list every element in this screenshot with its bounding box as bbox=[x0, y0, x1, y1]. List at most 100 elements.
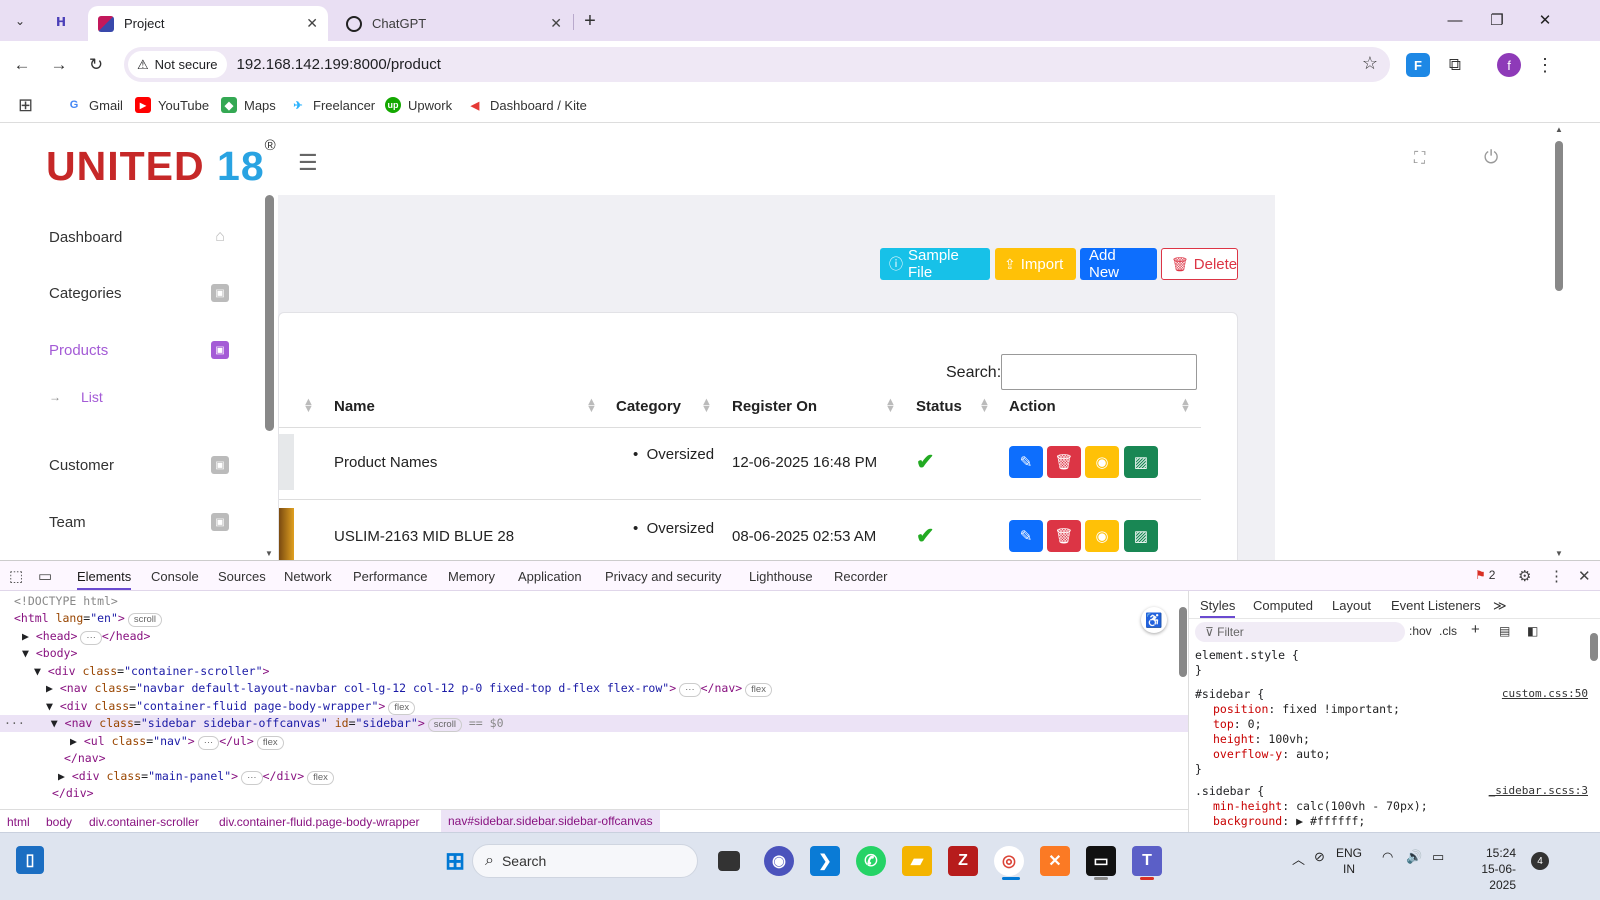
gallery-button[interactable]: ▨ bbox=[1124, 520, 1158, 552]
column-header-register-on[interactable]: Register On bbox=[732, 398, 817, 415]
rule-selector[interactable]: #sidebar { bbox=[1195, 687, 1264, 702]
add-new-button[interactable]: Add New bbox=[1080, 247, 1157, 281]
bookmark-youtube[interactable]: ▶ YouTube bbox=[135, 94, 209, 116]
scrollbar-thumb[interactable] bbox=[265, 195, 274, 431]
terminal-icon[interactable]: ▭ bbox=[1086, 846, 1116, 876]
dom-node[interactable]: ▼ <body> bbox=[22, 645, 77, 662]
windows-start-icon[interactable]: ⊞ bbox=[440, 846, 470, 876]
view-button[interactable]: ◉ bbox=[1085, 520, 1119, 552]
tab-elements[interactable]: Elements bbox=[77, 569, 132, 590]
dom-node-selected[interactable]: ··· ▼ <nav class="sidebar sidebar-offcanv… bbox=[0, 715, 1188, 732]
pinned-app-icon[interactable]: ʜ bbox=[50, 10, 72, 32]
breadcrumb-item[interactable]: html bbox=[7, 815, 30, 829]
ellipsis-pill[interactable]: ··· bbox=[80, 631, 102, 645]
column-header-category[interactable]: Category bbox=[616, 398, 681, 415]
device-toolbar-icon[interactable]: ▭ bbox=[38, 567, 52, 585]
breadcrumb-item-selected[interactable]: nav#sidebar.sidebar.sidebar-offcanvas bbox=[441, 810, 660, 833]
security-indicator[interactable]: ⚠ Not secure bbox=[128, 51, 227, 78]
chrome-icon[interactable]: ◎ bbox=[994, 846, 1024, 876]
breadcrumb-item[interactable]: body bbox=[46, 815, 72, 829]
ellipsis-pill[interactable]: ··· bbox=[241, 771, 263, 785]
tab-chatgpt[interactable]: ChatGPT ✕ bbox=[336, 6, 572, 41]
css-declaration[interactable]: top: 0; bbox=[1213, 717, 1262, 732]
tab-lighthouse[interactable]: Lighthouse bbox=[749, 569, 813, 584]
bookmark-upwork[interactable]: up Upwork bbox=[385, 94, 452, 116]
wifi-icon[interactable]: ◠ bbox=[1382, 849, 1393, 865]
close-window-icon[interactable]: ✕ bbox=[1530, 8, 1560, 32]
fullscreen-icon[interactable]: ⛶ bbox=[1414, 150, 1425, 168]
back-icon[interactable]: ← bbox=[8, 51, 36, 79]
extensions-puzzle-icon[interactable]: ⧉ bbox=[1443, 53, 1467, 77]
tab-styles[interactable]: Styles bbox=[1200, 598, 1236, 618]
sidebar-subitem-list[interactable]: → List bbox=[49, 386, 103, 408]
dom-node[interactable]: ▶ <ul class="nav"> ··· </ul> flex bbox=[70, 733, 284, 750]
bookmark-kite[interactable]: ◀ Dashboard / Kite bbox=[467, 94, 587, 116]
reload-icon[interactable]: ↻ bbox=[82, 51, 110, 79]
inspect-element-icon[interactable]: ⬚ bbox=[9, 567, 23, 585]
dom-node[interactable]: ▶ <nav class="navbar default-layout-navb… bbox=[46, 680, 772, 697]
delete-row-button[interactable]: 🗑 bbox=[1047, 446, 1081, 478]
rule-source-link[interactable]: _sidebar.scss:3 bbox=[1489, 784, 1588, 797]
settings-gear-icon[interactable]: ⚙ bbox=[1518, 567, 1531, 585]
dom-scrollbar[interactable] bbox=[1178, 593, 1188, 809]
element-style-rule[interactable]: element.style { bbox=[1195, 648, 1299, 663]
new-rule-icon[interactable]: + bbox=[1471, 621, 1480, 638]
paint-icon[interactable]: ▤ bbox=[1499, 624, 1510, 638]
accessibility-icon[interactable]: ♿ bbox=[1141, 607, 1167, 633]
taskbar-search[interactable]: ⌕ Search bbox=[472, 844, 698, 878]
ellipsis-pill[interactable]: ··· bbox=[679, 683, 701, 697]
bookmark-gmail[interactable]: G Gmail bbox=[66, 94, 123, 116]
vscode-icon[interactable]: ❯ bbox=[810, 846, 840, 876]
battery-icon[interactable]: ▭ bbox=[1432, 849, 1444, 865]
browser-menu-icon[interactable]: ⋮ bbox=[1533, 53, 1557, 77]
sort-icon[interactable]: ▲ ▼ bbox=[979, 397, 990, 415]
language-indicator[interactable]: ENG IN bbox=[1336, 845, 1362, 877]
sort-icon[interactable]: ▲ ▼ bbox=[303, 397, 314, 415]
gallery-button[interactable]: ▨ bbox=[1124, 446, 1158, 478]
rule-source-link[interactable]: custom.css:50 bbox=[1502, 687, 1588, 700]
tab-search-icon[interactable]: ⌄ bbox=[8, 9, 32, 33]
extension-f-icon[interactable]: F bbox=[1406, 53, 1430, 77]
rule-selector[interactable]: .sidebar { bbox=[1195, 784, 1264, 799]
css-declaration[interactable]: min-height: calc(100vh - 70px); bbox=[1213, 799, 1428, 814]
breadcrumb-item[interactable]: div.container-fluid.page-body-wrapper bbox=[219, 815, 420, 829]
bookmark-star-icon[interactable]: ☆ bbox=[1362, 53, 1378, 74]
sidebar-item-categories[interactable]: Categories ▣ bbox=[49, 278, 229, 308]
import-button[interactable]: ⇪ Import bbox=[995, 248, 1076, 280]
breadcrumb-item[interactable]: div.container-scroller bbox=[89, 815, 199, 829]
close-tab-icon[interactable]: ✕ bbox=[306, 15, 318, 32]
search-input[interactable] bbox=[1001, 354, 1197, 390]
dom-node[interactable]: ▼ <div class="container-fluid page-body-… bbox=[46, 698, 416, 715]
address-bar[interactable]: ⚠ Not secure 192.168.142.199:8000/produc… bbox=[124, 47, 1390, 82]
dom-node[interactable]: <html lang="en"> scroll bbox=[14, 610, 163, 627]
task-view-icon[interactable] bbox=[718, 851, 740, 871]
dom-node[interactable]: ▼ <div class="container-scroller"> bbox=[34, 663, 269, 680]
delete-button[interactable]: 🗑 Delete bbox=[1161, 248, 1238, 280]
profile-avatar[interactable]: f bbox=[1497, 53, 1521, 77]
view-button[interactable]: ◉ bbox=[1085, 446, 1119, 478]
toggle-sidebar-icon[interactable]: ◧ bbox=[1527, 624, 1538, 638]
more-tabs-icon[interactable]: ≫ bbox=[1493, 598, 1507, 614]
scrollbar-thumb[interactable] bbox=[1179, 607, 1187, 677]
styles-scrollbar[interactable] bbox=[1589, 621, 1599, 831]
tab-performance[interactable]: Performance bbox=[353, 569, 427, 584]
new-tab-button[interactable]: + bbox=[578, 9, 602, 33]
dom-node[interactable]: </nav> bbox=[64, 750, 106, 767]
widgets-icon[interactable]: ▯ bbox=[16, 846, 44, 874]
cls-toggle[interactable]: .cls bbox=[1439, 624, 1457, 638]
scroll-down-icon[interactable]: ▼ bbox=[1555, 549, 1563, 558]
css-declaration[interactable]: overflow-y: auto; bbox=[1213, 747, 1331, 762]
dom-node[interactable]: ▶ <head> ··· </head> bbox=[22, 628, 150, 645]
sidebar-item-customer[interactable]: Customer ▣ bbox=[49, 450, 229, 480]
ellipsis-pill[interactable]: ··· bbox=[197, 736, 220, 750]
edit-button[interactable]: ✎ bbox=[1009, 446, 1043, 478]
tab-recorder[interactable]: Recorder bbox=[834, 569, 887, 584]
sidebar-item-products[interactable]: Products ▣ bbox=[49, 335, 229, 365]
volume-icon[interactable]: 🔊 bbox=[1406, 849, 1422, 865]
column-header-action[interactable]: Action bbox=[1009, 398, 1056, 415]
sample-file-button[interactable]: ⓘ Sample File bbox=[880, 247, 990, 281]
tab-memory[interactable]: Memory bbox=[448, 569, 495, 584]
hov-toggle[interactable]: :hov bbox=[1409, 624, 1432, 638]
chat-app-icon[interactable]: ◉ bbox=[764, 846, 794, 876]
scroll-up-icon[interactable]: ▲ bbox=[1555, 125, 1563, 134]
